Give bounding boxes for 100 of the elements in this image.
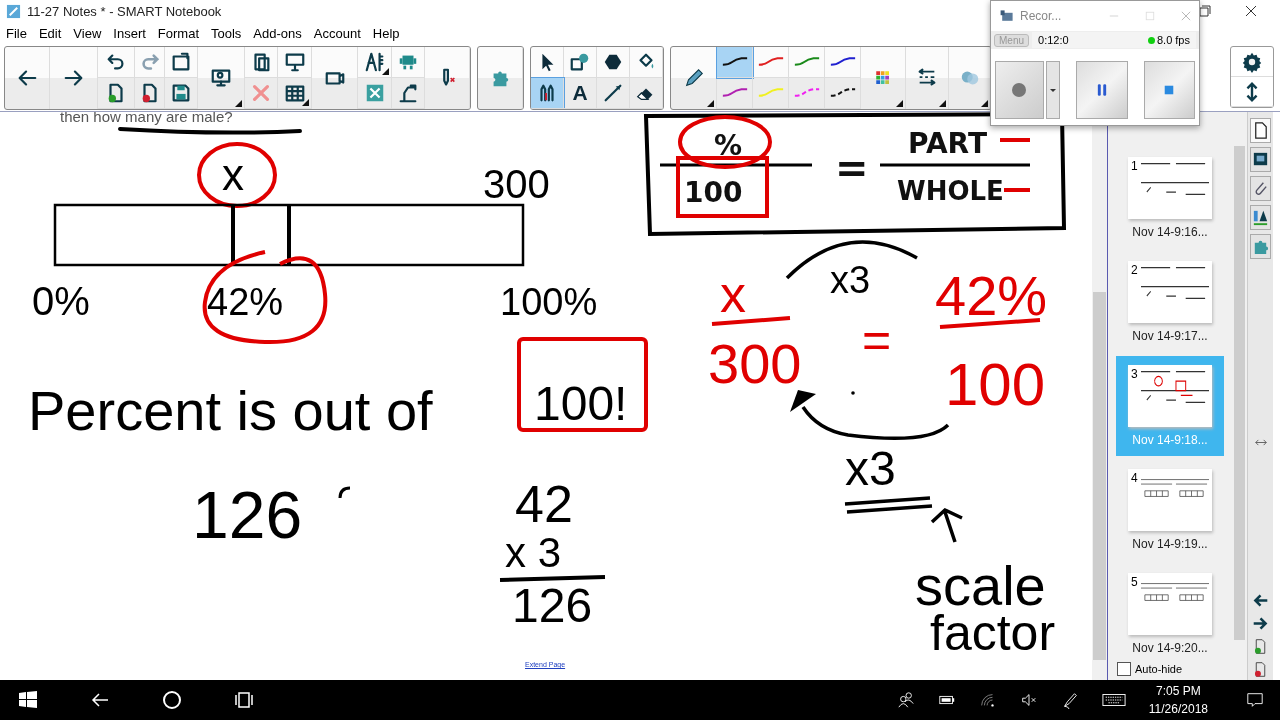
tool-button[interactable] [630,78,663,109]
page-thumbnail-item[interactable]: 3 Nov 14-9:18... [1116,356,1224,456]
tool-button[interactable] [564,47,597,78]
page-thumbnail-item[interactable]: 2 Nov 14-9:17... [1116,252,1224,352]
properties-icon[interactable] [1250,205,1271,230]
toolbar-button[interactable] [135,78,165,109]
menu-item[interactable]: Add-ons [252,25,303,41]
menu-item[interactable]: File [5,25,28,41]
handwritten-text: 100 [945,351,1046,418]
screen-shade-icon [283,51,306,73]
toolbar-button[interactable] [278,78,312,109]
blank-mark [1004,188,1030,192]
handwritten-text: = [835,145,869,191]
checkbox-label: Auto-hide [1135,663,1183,675]
tool-button[interactable] [531,78,564,109]
doc-camera-icon [397,82,419,104]
pen-style-button[interactable] [717,47,753,78]
toolbar-button[interactable] [392,78,425,109]
scrollbar[interactable] [1232,112,1247,680]
toolbar-button[interactable] [358,47,392,78]
page-label: Nov 14-9:17... [1132,329,1208,343]
record-button[interactable] [995,61,1044,119]
page-label: Nov 14-9:16... [1132,225,1208,239]
toolbar-button[interactable] [165,78,198,109]
stop-icon [1164,83,1175,97]
table-icon [283,82,306,104]
task-view-icon[interactable] [234,690,254,710]
folder-icon [170,51,192,73]
windows-logo-icon[interactable] [18,690,38,710]
auto-hide-checkbox[interactable] [1117,662,1131,676]
menu-item[interactable]: Tools [210,25,243,41]
recorder-title: Recor... [1020,9,1062,23]
scrollbar-thumb[interactable] [1234,146,1245,640]
menu-item[interactable]: Help [371,25,401,41]
stray-stroke [338,486,351,499]
handwritten-text: x [720,265,746,323]
handwritten-text: = [862,312,892,368]
pen-style-button[interactable] [825,47,861,78]
back-icon[interactable] [1252,592,1269,609]
paperclip-icon[interactable] [1250,176,1271,201]
page-number: 4 [1131,471,1138,485]
handwritten-text: 300 [483,162,550,206]
toolbar-button[interactable] [98,78,135,109]
tick-mark [231,206,235,264]
handwritten-text: 42% [207,281,284,323]
caret-icon [1049,88,1056,92]
menu-item[interactable]: View [72,25,103,41]
tool-button[interactable] [630,47,663,78]
gallery-icon[interactable] [1250,147,1271,172]
page-number: 2 [1131,263,1138,277]
handwritten-text: 42% [935,264,1048,327]
tool-button[interactable] [597,47,630,78]
page-label: Nov 14-9:18... [1132,433,1208,447]
pen-style-button[interactable] [825,78,861,109]
elapsed-time: 0:12:0 [1038,34,1069,46]
handwritten-text: 300 [708,332,802,395]
toolbar-button[interactable] [98,47,135,78]
thumbnail-drawing [1141,267,1209,299]
restore-icon[interactable] [1199,5,1211,17]
pause-button[interactable] [1076,61,1128,119]
handwritten-text: factor [930,605,1056,661]
line-style-icon [916,67,938,89]
toolbar-button[interactable] [165,47,198,78]
handwritten-text: then how many are male? [60,112,233,125]
menu-item[interactable]: Account [312,25,362,41]
page-thumbnail-item[interactable]: 1 Nov 14-9:16... [1116,148,1224,248]
menu-item[interactable]: Insert [112,25,147,41]
handwritten-text: x3 [845,442,896,495]
tool-button[interactable]: A [564,78,597,109]
page-sorter-icon[interactable] [1250,118,1271,143]
handwritten-text: WHOLE [897,176,1004,206]
page-thumbnail-item[interactable]: 4 Nov 14-9:19... [1116,460,1224,560]
thumbnail-drawing [1141,163,1209,195]
handwritten-text: 0% [32,279,90,323]
toolbar-button[interactable] [278,47,312,78]
line-icon [602,82,624,104]
keyboard-icon[interactable] [1101,691,1126,709]
handwritten-text: Percent is out of [28,379,433,442]
handwritten-text: PART [908,127,988,160]
resize-icon[interactable] [1253,438,1268,447]
tool-button[interactable] [597,78,630,109]
page-number: 1 [1131,159,1138,173]
circle-icon[interactable] [162,690,182,710]
page-thumbnail-item[interactable]: 5 Nov 14-9:20... [1116,564,1224,664]
compass-icon [363,51,386,73]
thumbnail-drawing [1141,583,1209,601]
close-icon[interactable] [1245,5,1257,17]
clock-date[interactable]: 11/26/2018 [1148,700,1208,718]
clock-time[interactable]: 7:05 PM [1156,682,1201,700]
wifi-icon[interactable] [978,691,997,709]
forward-icon[interactable] [1252,615,1269,632]
menu-item[interactable]: Format [156,25,200,41]
notification-icon[interactable] [1246,691,1264,709]
stop-button[interactable] [1143,61,1195,119]
muted-speaker-icon[interactable] [1019,691,1038,709]
scrollbar-thumb[interactable] [1093,292,1106,660]
people-icon[interactable] [896,691,915,709]
menu-item[interactable]: Edit [37,25,63,41]
frame-rate: 8.0 fps [1156,34,1190,46]
toolbar-button[interactable] [245,47,278,78]
